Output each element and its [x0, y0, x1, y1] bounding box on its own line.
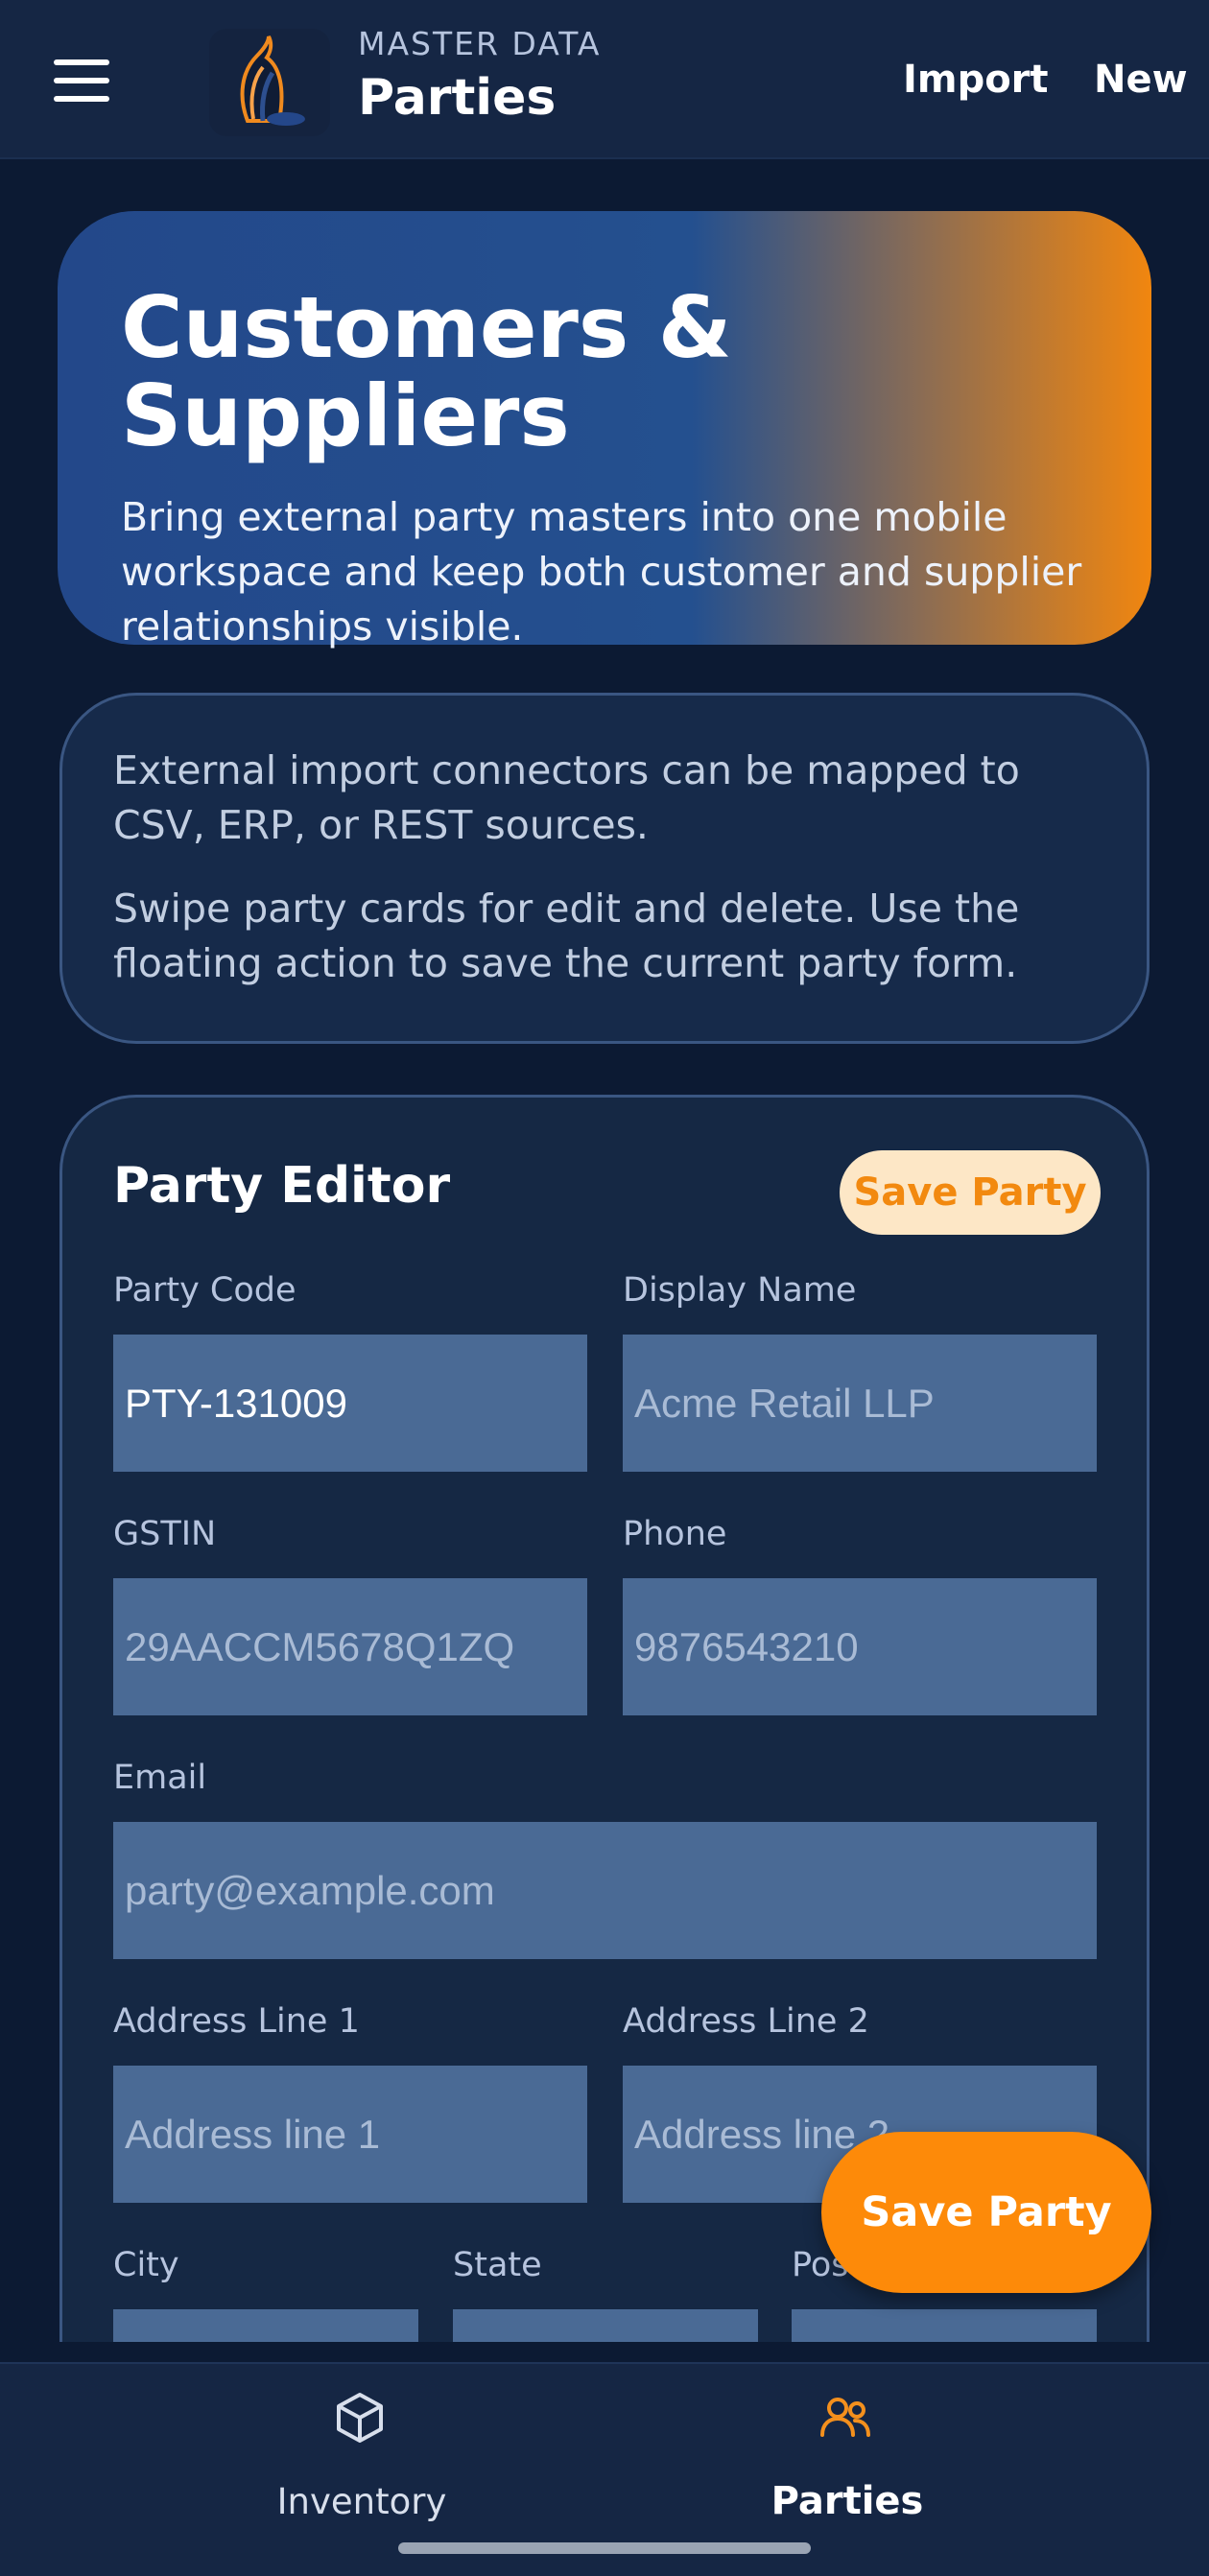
save-party-button[interactable]: Save Party [840, 1150, 1101, 1235]
home-indicator[interactable] [398, 2542, 811, 2554]
cube-icon [337, 2393, 383, 2443]
hero-card: Customers & Suppliers Bring external par… [58, 211, 1151, 650]
city-label: City [113, 2246, 179, 2284]
info-card: External import connectors can be mapped… [59, 693, 1150, 1044]
state-label: State [453, 2246, 542, 2284]
address-line-1-label: Address Line 1 [113, 2002, 360, 2041]
phone-label: Phone [623, 1515, 727, 1553]
hero-description: Bring external party masters into one mo… [121, 493, 1082, 650]
appbar-eyebrow: MASTER DATA [358, 25, 602, 62]
email-input[interactable] [113, 1822, 1097, 1959]
party-code-label: Party Code [113, 1271, 296, 1310]
nav-item-parties[interactable]: Parties [545, 2364, 1150, 2556]
info-text-swipe: Swipe party cards for edit and delete. U… [113, 886, 1020, 986]
address-line-1-input[interactable] [113, 2066, 587, 2203]
display-name-input[interactable] [623, 1335, 1097, 1472]
page-title: Parties [358, 69, 557, 127]
app-bar: MASTER DATA Parties Import New [0, 0, 1209, 159]
app-logo [209, 29, 330, 136]
postal-code-input[interactable] [792, 2309, 1097, 2342]
gstin-label: GSTIN [113, 1515, 217, 1553]
state-input[interactable] [453, 2309, 758, 2342]
import-button[interactable]: Import [903, 58, 1049, 102]
address-line-2-label: Address Line 2 [623, 2002, 869, 2041]
city-input[interactable] [113, 2309, 418, 2342]
menu-icon[interactable] [54, 59, 109, 102]
phone-input[interactable] [623, 1578, 1097, 1715]
gstin-input[interactable] [113, 1578, 587, 1715]
hero-title: Customers & Suppliers [121, 278, 732, 466]
people-icon [820, 2398, 870, 2437]
editor-title: Party Editor [113, 1157, 451, 1215]
party-code-input[interactable] [113, 1335, 587, 1472]
save-party-fab[interactable]: Save Party [821, 2132, 1151, 2293]
email-label: Email [113, 1759, 207, 1797]
new-button[interactable]: New [1094, 58, 1188, 102]
nav-label-parties: Parties [770, 2479, 924, 2523]
info-text-connectors: External import connectors can be mapped… [113, 747, 1020, 848]
display-name-label: Display Name [623, 1271, 857, 1310]
